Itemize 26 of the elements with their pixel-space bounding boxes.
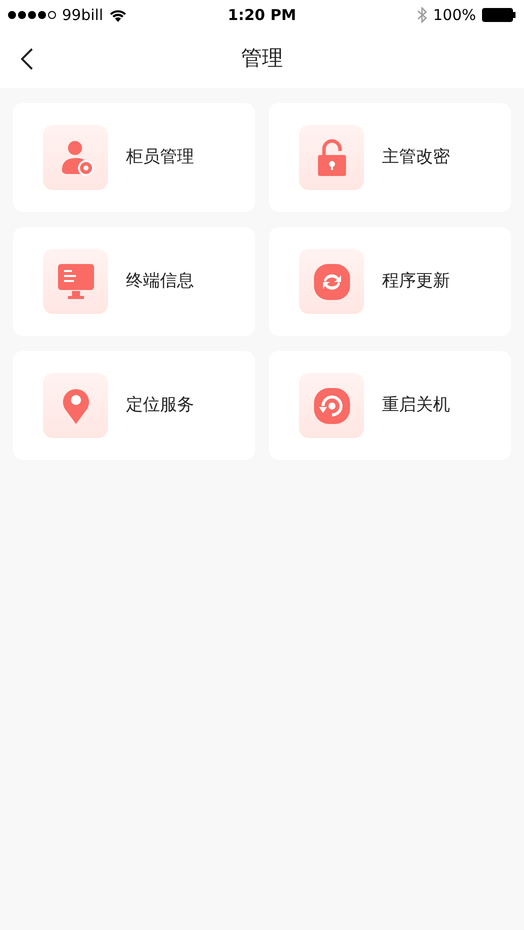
bluetooth-icon [417, 7, 428, 23]
signal-icon [8, 11, 56, 19]
status-time: 1:20 PM [228, 4, 296, 26]
menu-card[interactable]: 定位服务 [13, 351, 255, 460]
restart-icon [314, 388, 350, 424]
menu-card[interactable]: 程序更新 [269, 227, 511, 336]
menu-label: 终端信息 [126, 270, 194, 293]
menu-card[interactable]: 重启关机 [269, 351, 511, 460]
wifi-icon [109, 8, 128, 22]
refresh-icon [314, 264, 350, 300]
menu-label: 柜员管理 [126, 146, 194, 169]
menu-card[interactable]: 主管改密 [269, 103, 511, 212]
page-title: 管理 [241, 45, 283, 72]
menu-label: 重启关机 [382, 394, 450, 417]
carrier-name: 99bill [62, 4, 104, 26]
monitor-icon [58, 264, 94, 300]
location-pin-icon [62, 386, 90, 424]
back-icon [21, 48, 33, 70]
menu-card[interactable]: 柜员管理 [13, 103, 255, 212]
menu-card[interactable]: 终端信息 [13, 227, 255, 336]
menu-label: 程序更新 [382, 270, 450, 293]
lock-icon [316, 138, 346, 176]
battery-percent: 100% [433, 4, 476, 26]
menu-label: 定位服务 [126, 394, 194, 417]
battery-icon [482, 8, 516, 22]
menu-label: 主管改密 [382, 146, 450, 169]
